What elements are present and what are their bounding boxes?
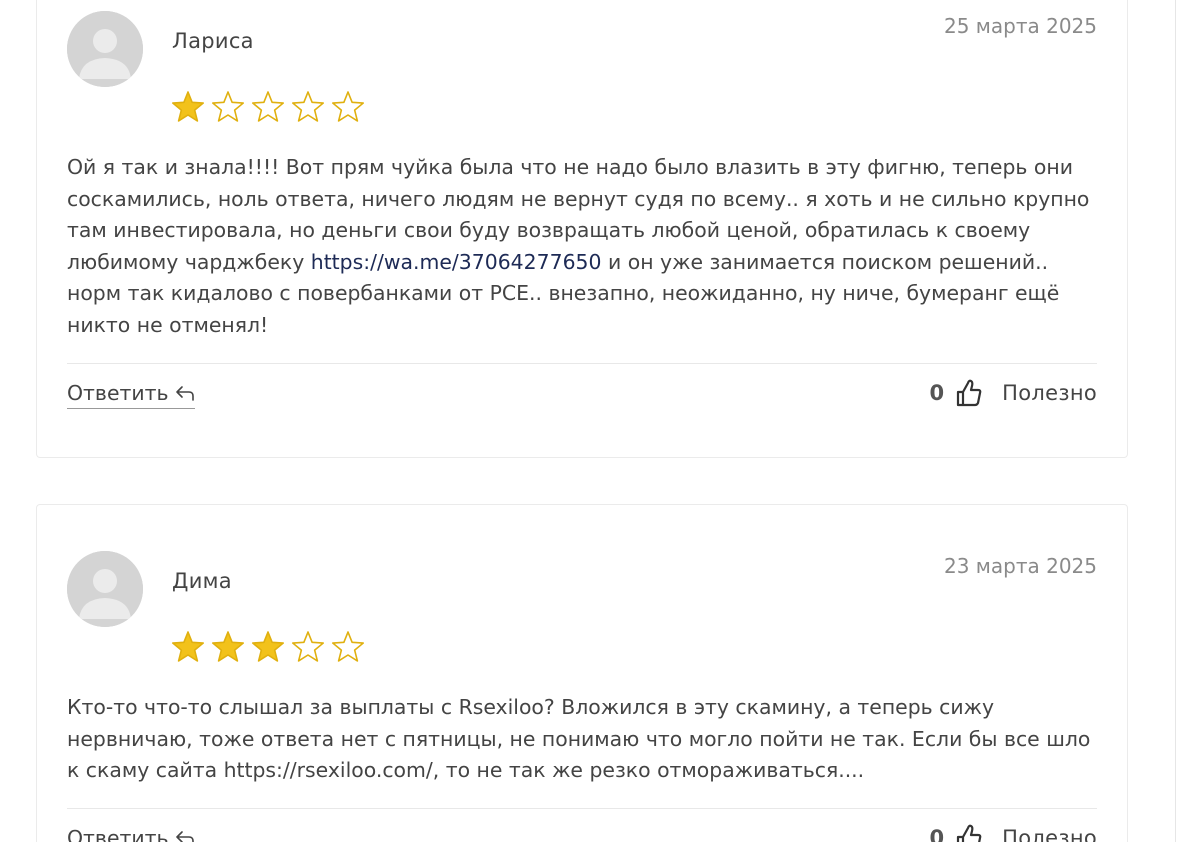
review-header: Дима 23 марта 2025 — [67, 551, 1097, 701]
avatar — [67, 11, 143, 87]
star-empty-icon — [211, 91, 245, 122]
rating-stars — [170, 629, 366, 665]
reply-label: Ответить — [67, 381, 169, 405]
reviews-page: Лариса 25 марта 2025 Ой я так и знала!!!… — [0, 0, 1192, 842]
helpful-block: 0 Полезно — [930, 824, 1097, 842]
reply-arrow-icon — [175, 386, 194, 401]
helpful-count: 0 — [929, 381, 945, 405]
review-card: Лариса 25 марта 2025 Ой я так и знала!!!… — [36, 0, 1128, 458]
star-empty-icon — [331, 91, 365, 122]
star-empty-icon — [251, 91, 285, 122]
review-link[interactable]: https://wa.me/37064277650 — [311, 250, 602, 274]
review-text: Кто-то что-то слышал за выплаты с Rsexil… — [67, 695, 1091, 782]
helpful-count: 0 — [929, 826, 945, 842]
star-filled-icon — [171, 91, 205, 122]
reply-label: Ответить — [67, 826, 169, 842]
helpful-button[interactable]: Полезно — [1002, 826, 1097, 842]
user-placeholder-icon — [67, 551, 143, 627]
rating-stars — [170, 89, 366, 125]
thumbs-up-icon[interactable] — [956, 824, 982, 842]
star-empty-icon — [291, 631, 325, 662]
user-placeholder-icon — [67, 11, 143, 87]
review-text: Ой я так и знала!!!! Вот прям чуйка была… — [67, 152, 1097, 341]
star-empty-icon — [331, 631, 365, 662]
review-author: Лариса — [172, 29, 254, 53]
reply-button[interactable]: Ответить — [67, 381, 195, 409]
star-filled-icon — [211, 631, 245, 662]
review-date: 23 марта 2025 — [943, 554, 1097, 578]
star-filled-icon — [251, 631, 285, 662]
review-card: Дима 23 марта 2025 Кто-то что-то слышал … — [36, 504, 1128, 842]
avatar — [67, 551, 143, 627]
star-empty-icon — [291, 91, 325, 122]
review-divider — [67, 363, 1097, 364]
page-edge-divider — [1175, 0, 1176, 842]
helpful-block: 0 Полезно — [930, 379, 1097, 407]
review-header: Лариса 25 марта 2025 — [67, 11, 1097, 161]
thumbs-up-icon[interactable] — [956, 379, 982, 407]
review-divider — [67, 808, 1097, 809]
reply-button[interactable]: Ответить — [67, 826, 195, 842]
star-filled-icon — [171, 631, 205, 662]
helpful-button[interactable]: Полезно — [1002, 381, 1097, 405]
reply-arrow-icon — [175, 831, 194, 842]
review-author: Дима — [172, 569, 232, 593]
review-date: 25 марта 2025 — [943, 14, 1097, 38]
